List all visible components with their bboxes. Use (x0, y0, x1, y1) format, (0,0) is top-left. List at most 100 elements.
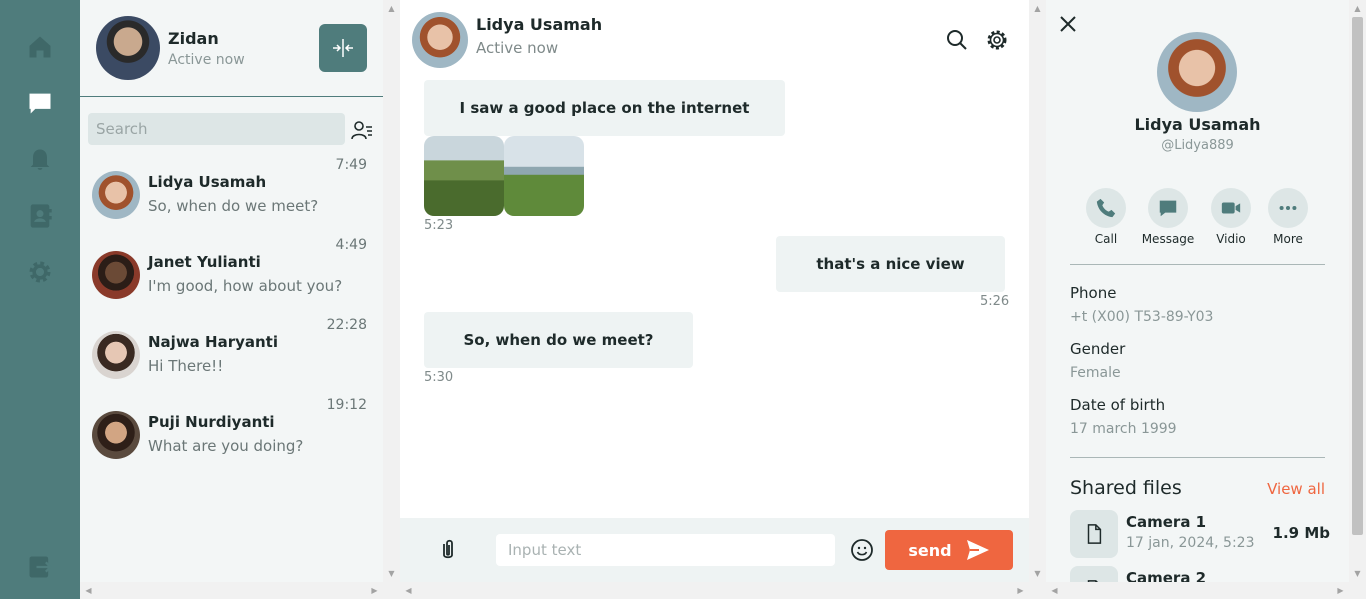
scroll-thumb[interactable] (1352, 17, 1363, 535)
avatar (1157, 32, 1237, 112)
message-icon (1159, 200, 1177, 217)
dob-label: Date of birth (1070, 396, 1166, 414)
contact-name: Puji Nurdiyanti (148, 413, 275, 431)
collapse-icon (333, 39, 353, 57)
gear-icon[interactable] (26, 258, 54, 286)
close-icon[interactable] (1056, 12, 1080, 36)
gender-value: Female (1070, 365, 1121, 381)
scroll-left-arrow[interactable]: ◀ (1046, 582, 1063, 599)
settings-icon[interactable] (985, 28, 1009, 52)
profile-hscrollbar[interactable]: ◀ ▶ (1046, 582, 1366, 599)
more-icon (1279, 205, 1297, 211)
paperclip-icon[interactable] (436, 538, 460, 562)
last-message: So, when do we meet? (148, 197, 319, 215)
logout-icon[interactable] (26, 553, 54, 581)
send-label: send (908, 540, 952, 560)
shared-photo[interactable] (504, 136, 584, 216)
list-item[interactable]: Puji Nurdiyanti What are you doing? 19:1… (80, 397, 375, 475)
file-name: Camera 1 (1126, 513, 1207, 531)
conversation-panel: Lidya Usamah Active now I saw a good pla… (400, 0, 1029, 599)
action-label: Vidio (1216, 232, 1246, 246)
message-time: 5:23 (424, 218, 454, 233)
profile-name: Lidya Usamah (1134, 115, 1261, 134)
file-meta: 17 jan, 2024, 5:23 (1126, 535, 1255, 551)
send-button[interactable]: send (885, 530, 1013, 570)
file-size: 1.9 Mb (1272, 524, 1330, 542)
search-input[interactable] (88, 113, 345, 145)
scroll-up-arrow[interactable]: ▲ (1029, 0, 1046, 17)
chat-icon[interactable] (26, 89, 54, 117)
phone-label: Phone (1070, 284, 1117, 302)
message-button[interactable]: Message (1138, 188, 1198, 246)
contact-name: Janet Yulianti (148, 253, 261, 271)
shared-files-title: Shared files (1070, 477, 1182, 499)
scroll-up-arrow[interactable]: ▲ (1349, 0, 1366, 17)
last-message: I'm good, how about you? (148, 277, 343, 295)
current-user: Zidan Active now (80, 0, 383, 97)
call-button[interactable]: Call (1076, 188, 1136, 246)
phone-value: +t (X00) T53-89-Y03 (1070, 309, 1214, 325)
contacts-scrollbar[interactable]: ▲ ▼ (383, 0, 400, 582)
scroll-down-arrow[interactable]: ▼ (1349, 565, 1366, 582)
filter-icon[interactable] (350, 118, 374, 142)
composer: send (400, 518, 1029, 582)
avatar (92, 331, 140, 379)
scroll-left-arrow[interactable]: ◀ (80, 582, 97, 599)
action-label: Call (1094, 232, 1118, 246)
user-name: Zidan (168, 29, 219, 48)
message-time: 22:28 (326, 317, 367, 333)
chat-scrollbar[interactable]: ▲ ▼ (1029, 0, 1046, 582)
list-item[interactable]: Lidya Usamah So, when do we meet? 7:49 (80, 157, 375, 235)
scroll-up-arrow[interactable]: ▲ (383, 0, 400, 17)
divider (1070, 264, 1325, 265)
more-button[interactable]: More (1258, 188, 1318, 246)
view-all-link[interactable]: View all (1267, 480, 1325, 498)
message-bubble: So, when do we meet? (424, 312, 693, 368)
message-time: 19:12 (326, 397, 367, 413)
contacts-panel: Zidan Active now Lidya Usamah So, when d… (80, 0, 383, 599)
avatar[interactable] (96, 16, 160, 80)
profile-scrollbar[interactable]: ▲ ▼ (1349, 0, 1366, 582)
avatar (92, 411, 140, 459)
collapse-button[interactable] (319, 24, 367, 72)
scroll-right-arrow[interactable]: ▶ (1332, 582, 1349, 599)
shared-photo[interactable] (424, 136, 504, 216)
bell-icon[interactable] (26, 146, 54, 174)
list-item[interactable]: Najwa Haryanti Hi There!! 22:28 (80, 317, 375, 395)
video-button[interactable]: Vidio (1201, 188, 1261, 246)
message-time: 4:49 (335, 237, 367, 253)
scroll-left-arrow[interactable]: ◀ (400, 582, 417, 599)
scroll-right-arrow[interactable]: ▶ (366, 582, 383, 599)
peer-status: Active now (476, 39, 559, 57)
file-item[interactable]: Camera 1 17 jan, 2024, 5:23 1.9 Mb (1070, 510, 1330, 558)
scroll-down-arrow[interactable]: ▼ (1029, 565, 1046, 582)
action-label: More (1273, 232, 1303, 246)
chat-hscrollbar[interactable]: ◀ ▶ (400, 582, 1046, 599)
message-input[interactable] (496, 534, 835, 566)
message-time: 7:49 (335, 157, 367, 173)
file-icon (1087, 524, 1102, 544)
avatar (92, 171, 140, 219)
home-icon[interactable] (26, 33, 54, 61)
last-message: Hi There!! (148, 357, 224, 375)
phone-icon (1096, 198, 1116, 218)
action-label: Message (1141, 232, 1195, 246)
scroll-right-arrow[interactable]: ▶ (1012, 582, 1029, 599)
messenger-app: Zidan Active now Lidya Usamah So, when d… (0, 0, 1366, 599)
contacts-hscrollbar[interactable]: ◀ ▶ (80, 582, 400, 599)
contact-name: Najwa Haryanti (148, 333, 278, 351)
emoji-icon[interactable] (850, 538, 874, 562)
send-arrow-icon (966, 540, 989, 560)
contacts-icon[interactable] (26, 202, 54, 230)
nav-rail (0, 0, 80, 599)
search-icon[interactable] (945, 28, 969, 52)
peer-name: Lidya Usamah (476, 15, 603, 34)
scroll-down-arrow[interactable]: ▼ (383, 565, 400, 582)
message-bubble: I saw a good place on the internet (424, 80, 785, 136)
list-item[interactable]: Janet Yulianti I'm good, how about you? … (80, 237, 375, 315)
user-status: Active now (168, 52, 245, 68)
divider (1070, 457, 1325, 458)
dob-value: 17 march 1999 (1070, 421, 1177, 437)
avatar[interactable] (412, 12, 468, 68)
gender-label: Gender (1070, 340, 1126, 358)
